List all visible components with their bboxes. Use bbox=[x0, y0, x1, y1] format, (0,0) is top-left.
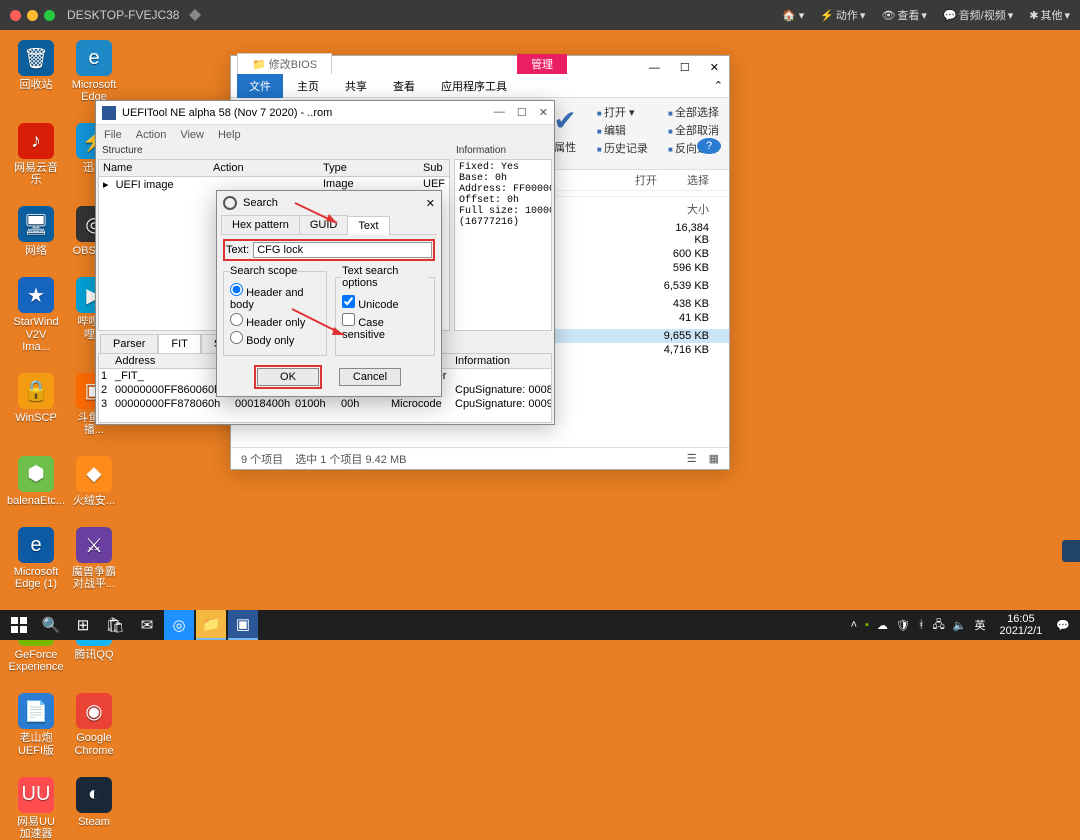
desktop-icon[interactable]: UU网易UU加速器 bbox=[12, 777, 60, 840]
ribbon-properties[interactable]: ✔ 属性 bbox=[553, 104, 576, 155]
maximize-button[interactable]: ☐ bbox=[670, 61, 700, 74]
menu-action[interactable]: Action bbox=[136, 129, 167, 141]
volume-icon[interactable]: 🔈 bbox=[953, 619, 967, 632]
mail-icon[interactable]: ✉ bbox=[132, 610, 162, 640]
ribbon-tab-file[interactable]: 文件 bbox=[237, 74, 283, 98]
remote-menu: 🏠 ▾ ⚡ 动作 ▾ 👁 查看 ▾ 💬 音频/视频 ▾ ✱ 其他 ▾ bbox=[782, 7, 1070, 23]
close-button[interactable]: ✕ bbox=[426, 197, 435, 210]
desktop-icon[interactable]: ◐Steam bbox=[70, 777, 118, 840]
annotation-arrow-2 bbox=[288, 305, 358, 341]
desktop-icon[interactable]: 🔒WinSCP bbox=[12, 373, 60, 436]
notifications-icon[interactable]: 💬 bbox=[1056, 619, 1070, 632]
tab-hex[interactable]: Hex pattern bbox=[221, 215, 300, 234]
explorer-tab-manage[interactable]: 管理 bbox=[517, 54, 567, 74]
gear-icon bbox=[223, 196, 237, 210]
tab-parser[interactable]: Parser bbox=[100, 334, 158, 353]
maximize-button[interactable]: ☐ bbox=[517, 106, 527, 119]
search-title: Search bbox=[243, 197, 278, 209]
close-button[interactable]: ✕ bbox=[700, 61, 729, 74]
menu-home-icon[interactable]: 🏠 ▾ bbox=[782, 7, 804, 23]
structure-label: Structure bbox=[102, 145, 143, 156]
menu-help[interactable]: Help bbox=[218, 129, 241, 141]
side-notification-tab[interactable] bbox=[1062, 540, 1080, 562]
text-label: Text: bbox=[226, 244, 249, 256]
information-panel: Fixed: Yes Base: 0h Address: FF000000h O… bbox=[454, 159, 552, 331]
annotation-arrow-1 bbox=[293, 199, 353, 229]
ribbon-tab-apptools[interactable]: 应用程序工具 bbox=[429, 74, 519, 98]
desktop-icon[interactable]: eMicrosoft Edge bbox=[70, 40, 118, 103]
clock[interactable]: 16:05 2021/2/1 bbox=[993, 613, 1048, 637]
ime-icon[interactable]: 英 bbox=[974, 617, 985, 633]
cancel-button[interactable]: Cancel bbox=[339, 368, 401, 386]
ribbon-open-group: 打开 ▾ 编辑 历史记录 bbox=[597, 104, 648, 156]
menu-other[interactable]: ✱ 其他 ▾ bbox=[1029, 7, 1070, 23]
ribbon-select-none[interactable]: 全部取消 bbox=[668, 122, 719, 138]
ribbon-expand-icon[interactable]: ⌃ bbox=[708, 79, 729, 92]
close-button[interactable]: ✕ bbox=[539, 106, 548, 119]
minimize-button[interactable]: — bbox=[639, 62, 670, 74]
app-icon bbox=[102, 106, 116, 120]
desktop-icon[interactable]: ⬢balenaEtc... bbox=[12, 456, 60, 507]
fit-row[interactable]: 300000000FF878060h00018400h0100h00hMicro… bbox=[99, 397, 551, 411]
help-button[interactable]: ? bbox=[697, 138, 721, 154]
close-dot[interactable] bbox=[10, 10, 21, 21]
information-label: Information bbox=[456, 145, 506, 156]
checkmark-icon: ✔ bbox=[553, 104, 576, 137]
macos-titlebar: DESKTOP-FVEJC38 🏠 ▾ ⚡ 动作 ▾ 👁 查看 ▾ 💬 音频/视… bbox=[0, 0, 1080, 30]
start-button[interactable] bbox=[4, 610, 34, 640]
ribbon-select-all[interactable]: 全部选择 bbox=[668, 104, 719, 120]
network-icon[interactable]: 🖧 bbox=[933, 616, 945, 635]
desktop-icon[interactable]: 🗑回收站 bbox=[12, 40, 60, 103]
ok-button[interactable]: OK bbox=[257, 368, 319, 386]
explorer-taskbar-icon[interactable]: 📁 bbox=[196, 610, 226, 640]
desktop-icon[interactable]: 📄老山炮UEFI版 bbox=[12, 693, 60, 756]
search-icon[interactable]: 🔍 bbox=[36, 610, 66, 640]
nvidia-icon[interactable]: ▪ bbox=[865, 619, 869, 631]
uefitool-taskbar-icon[interactable]: ▣ bbox=[228, 610, 258, 640]
onedrive-icon[interactable]: ☁ bbox=[877, 619, 888, 632]
minimize-dot[interactable] bbox=[27, 10, 38, 21]
menu-view[interactable]: 👁 查看 ▾ bbox=[881, 7, 927, 23]
ribbon-tab-share[interactable]: 共享 bbox=[333, 74, 379, 98]
desktop-icon[interactable]: ★StarWind V2V Ima... bbox=[12, 277, 60, 352]
menu-av[interactable]: 💬 音频/视频 ▾ bbox=[943, 7, 1013, 23]
menu-view[interactable]: View bbox=[180, 129, 204, 141]
explorer-titlebar: 📁 修改BIOS bbox=[237, 53, 332, 74]
desktop-icon[interactable]: ◆火绒安... bbox=[70, 456, 118, 507]
desktop-icon[interactable]: 🖥网络 bbox=[12, 206, 60, 257]
desktop-icon[interactable]: ⚔魔兽争霸对战平... bbox=[70, 527, 118, 590]
teamviewer-icon[interactable]: ◎ bbox=[164, 610, 194, 640]
minimize-button[interactable]: — bbox=[494, 106, 505, 119]
explorer-statusbar: 9 个项目 选中 1 个项目 9.42 MB ☰ ▦ bbox=[231, 447, 729, 469]
view-details-icon[interactable]: ☰ bbox=[687, 452, 697, 465]
taskbar: 🔍 ⊞ 🛍 ✉ ◎ 📁 ▣ ˄ ▪ ☁ 🛡 ᚼ 🖧 🔈 英 16:05 2021… bbox=[0, 610, 1080, 640]
host-name: DESKTOP-FVEJC38 bbox=[67, 8, 179, 22]
menu-actions[interactable]: ⚡ 动作 ▾ bbox=[820, 7, 865, 23]
tray-chevron-icon[interactable]: ˄ bbox=[851, 619, 857, 631]
uefitool-menu: File Action View Help bbox=[96, 125, 554, 145]
tab-text[interactable]: Text bbox=[347, 216, 389, 235]
uefitool-title: UEFITool NE alpha 58 (Nov 7 2020) - ..ro… bbox=[122, 107, 332, 119]
taskview-icon[interactable]: ⊞ bbox=[68, 610, 98, 640]
ribbon-history[interactable]: 历史记录 bbox=[597, 140, 648, 156]
view-icons-icon[interactable]: ▦ bbox=[709, 452, 719, 465]
window-controls bbox=[10, 10, 55, 21]
desktop-icon[interactable]: ♪网易云音乐 bbox=[12, 123, 60, 186]
security-icon[interactable]: 🛡 bbox=[896, 619, 910, 632]
zoom-dot[interactable] bbox=[44, 10, 55, 21]
store-icon[interactable]: 🛍 bbox=[100, 610, 130, 640]
ribbon-tabs: 文件 主页 共享 查看 应用程序工具 ⌃ ? bbox=[231, 74, 729, 98]
desktop-icon[interactable]: eMicrosoft Edge (1) bbox=[12, 527, 60, 590]
search-text-input[interactable] bbox=[253, 242, 432, 258]
menu-file[interactable]: File bbox=[104, 129, 122, 141]
ribbon-tab-home[interactable]: 主页 bbox=[285, 74, 331, 98]
desktop-icon[interactable]: ◉Google Chrome bbox=[70, 693, 118, 756]
ribbon-edit[interactable]: 编辑 bbox=[597, 122, 648, 138]
tab-fit[interactable]: FIT bbox=[158, 334, 201, 353]
ribbon-open[interactable]: 打开 ▾ bbox=[597, 104, 648, 120]
ribbon-tab-view[interactable]: 查看 bbox=[381, 74, 427, 98]
system-tray: ˄ ▪ ☁ 🛡 ᚼ 🖧 🔈 英 16:05 2021/2/1 💬 bbox=[851, 613, 1076, 637]
connection-icon bbox=[187, 7, 203, 23]
bluetooth-icon[interactable]: ᚼ bbox=[918, 619, 925, 631]
